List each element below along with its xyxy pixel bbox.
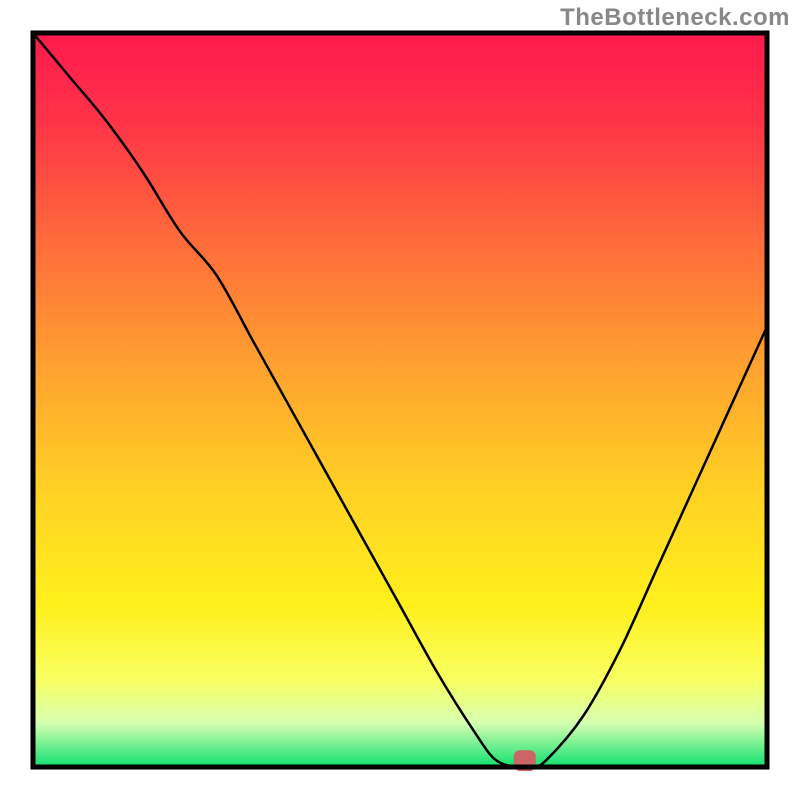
plot-background (33, 33, 767, 767)
bottleneck-chart (0, 0, 800, 800)
chart-container: TheBottleneck.com (0, 0, 800, 800)
watermark-text: TheBottleneck.com (560, 4, 790, 32)
